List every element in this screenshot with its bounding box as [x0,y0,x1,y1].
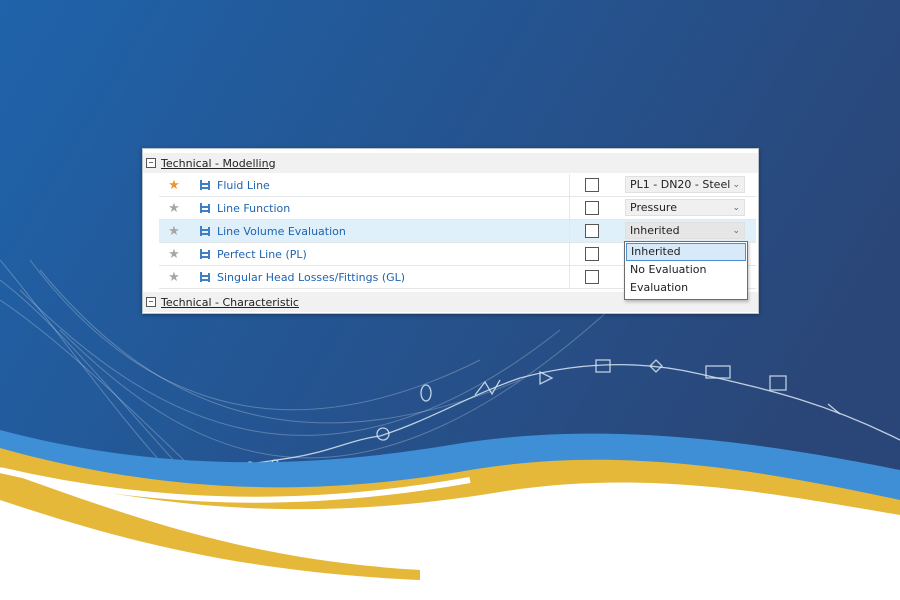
checkbox-cell [569,174,626,196]
group-header-technical-modelling[interactable]: − Technical - Modelling [143,153,758,173]
checkbox-cell [569,197,626,219]
property-row-line-function[interactable]: ★ Line Function Pressure ⌄ [159,197,756,220]
dropdown-option-evaluation[interactable]: Evaluation [625,279,747,297]
line-icon [199,179,211,191]
favorite-star-icon[interactable]: ★ [167,178,181,193]
checkbox[interactable] [585,178,599,192]
property-label: Perfect Line (PL) [217,247,307,261]
favorite-star-icon[interactable]: ★ [167,247,181,262]
checkbox-cell [569,266,626,288]
checkbox[interactable] [585,201,599,215]
property-row-line-volume-evaluation[interactable]: ★ Line Volume Evaluation Inherited ⌄ [159,220,756,243]
combobox-value: PL1 - DN20 - Steel [630,178,731,191]
value-combobox[interactable]: Inherited ⌄ [625,222,745,239]
checkbox[interactable] [585,270,599,284]
combobox-value: Pressure [630,201,677,214]
checkbox-cell [569,243,626,265]
line-icon [199,202,211,214]
dropdown-option-inherited[interactable]: Inherited [626,243,746,261]
property-label: Line Volume Evaluation [217,224,346,238]
checkbox[interactable] [585,224,599,238]
value-combobox[interactable]: PL1 - DN20 - Steel ⌄ [625,176,745,193]
group-title: Technical - Characteristic [161,295,299,309]
collapse-toggle[interactable]: − [146,158,156,168]
collapse-toggle[interactable]: − [146,297,156,307]
favorite-star-icon[interactable]: ★ [167,270,181,285]
favorite-star-icon[interactable]: ★ [167,201,181,216]
line-icon [199,225,211,237]
property-label: Singular Head Losses/Fittings (GL) [217,270,406,284]
favorite-star-icon[interactable]: ★ [167,224,181,239]
checkbox[interactable] [585,247,599,261]
property-row-fluid-line[interactable]: ★ Fluid Line PL1 - DN20 - Steel ⌄ [159,174,756,197]
chevron-down-icon[interactable]: ⌄ [732,180,740,190]
checkbox-cell [569,220,626,242]
dropdown-list: Inherited No Evaluation Evaluation [624,241,748,300]
property-label: Line Function [217,201,291,215]
combobox-value: Inherited [630,224,680,237]
line-icon [199,248,211,260]
chevron-down-icon[interactable]: ⌄ [732,226,740,236]
group-title: Technical - Modelling [161,156,276,170]
value-combobox[interactable]: Pressure ⌄ [625,199,745,216]
dropdown-option-no-evaluation[interactable]: No Evaluation [625,261,747,279]
line-icon [199,271,211,283]
chevron-down-icon[interactable]: ⌄ [732,203,740,213]
property-label: Fluid Line [217,178,270,192]
